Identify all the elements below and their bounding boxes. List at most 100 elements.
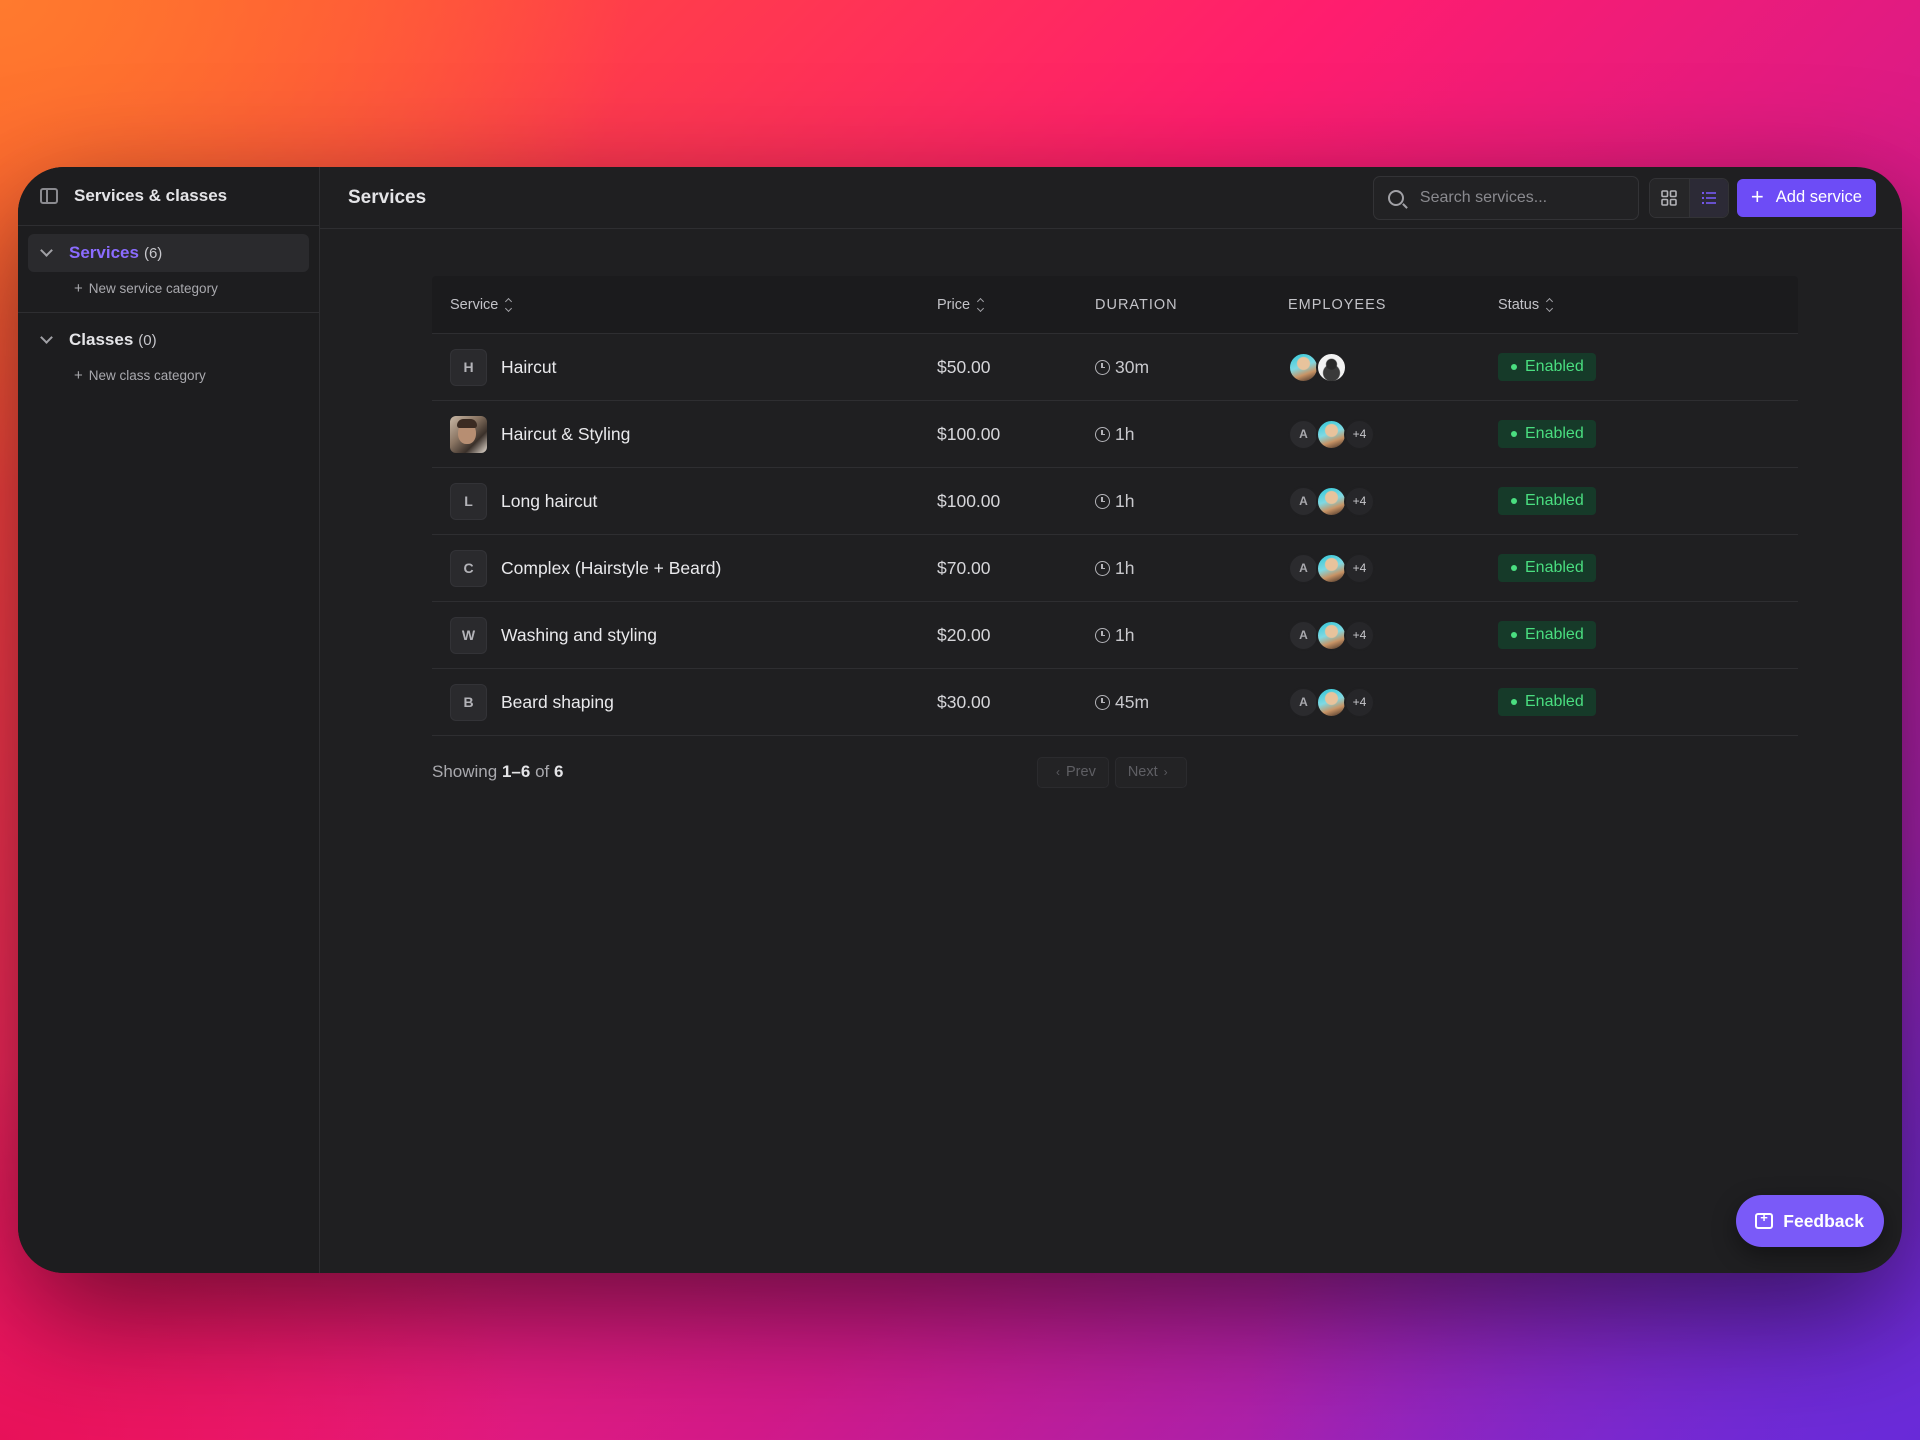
- status-label: Enabled: [1525, 425, 1584, 442]
- table-row[interactable]: C Complex (Hairstyle + Beard) $70.00 1h …: [432, 535, 1798, 602]
- service-name[interactable]: Haircut & Styling: [501, 424, 630, 445]
- chevron-down-icon[interactable]: [40, 331, 53, 344]
- employee-avatar[interactable]: [1316, 686, 1347, 718]
- employee-avatar[interactable]: [1288, 351, 1319, 383]
- employee-avatar[interactable]: A: [1288, 552, 1319, 584]
- next-label: Next: [1127, 764, 1158, 780]
- price-cell: $100.00: [937, 490, 1001, 511]
- feedback-label: Feedback: [1783, 1210, 1864, 1231]
- duration-value: 1h: [1115, 624, 1135, 645]
- new-class-category-link[interactable]: + New class category: [28, 363, 309, 387]
- status-cell: Enabled: [1498, 688, 1798, 716]
- service-initial-avatar: H: [450, 348, 487, 386]
- employee-avatar[interactable]: [1316, 552, 1347, 584]
- services-table: Service Price DURATION EMPLOYEES Status …: [432, 276, 1798, 808]
- duration-cell: 1h: [1095, 625, 1288, 646]
- status-label: Enabled: [1525, 626, 1584, 643]
- feedback-button[interactable]: Feedback: [1736, 1195, 1884, 1247]
- table-row[interactable]: W Washing and styling $20.00 1h A +4 Ena…: [432, 602, 1798, 669]
- main-panel: Services Search services... + Add servic…: [320, 167, 1902, 1273]
- service-initial-avatar: C: [450, 549, 487, 587]
- new-service-category-link[interactable]: + New service category: [28, 276, 309, 300]
- price-cell: $30.00: [937, 691, 991, 712]
- top-bar: Services Search services... + Add servic…: [320, 167, 1902, 229]
- employee-avatar[interactable]: A: [1288, 686, 1319, 718]
- service-name[interactable]: Haircut: [501, 357, 556, 378]
- service-cell: H Haircut: [432, 348, 937, 386]
- service-name[interactable]: Long haircut: [501, 491, 597, 512]
- employees-cell: A +4: [1288, 418, 1498, 450]
- service-cell: C Complex (Hairstyle + Beard): [432, 549, 937, 587]
- plus-icon: +: [74, 279, 83, 297]
- add-service-label: Add service: [1775, 188, 1862, 206]
- sort-icon[interactable]: [1546, 297, 1554, 312]
- chevron-down-icon[interactable]: [40, 244, 53, 257]
- search-input[interactable]: [1419, 188, 1610, 207]
- status-cell: Enabled: [1498, 420, 1798, 448]
- employee-avatar[interactable]: [1316, 485, 1347, 517]
- more-employees-count[interactable]: +4: [1344, 552, 1375, 584]
- status-dot-icon: [1511, 364, 1517, 370]
- employees-cell: A +4: [1288, 619, 1498, 651]
- prev-label: Prev: [1066, 764, 1096, 780]
- duration-cell: 1h: [1095, 424, 1288, 445]
- search-box[interactable]: [1372, 175, 1639, 220]
- sidebar-toggle-icon[interactable]: [40, 188, 58, 204]
- status-dot-icon: [1511, 699, 1517, 705]
- table-row[interactable]: B Beard shaping $30.00 45m A +4 Enabled: [432, 669, 1798, 736]
- status-badge: Enabled: [1498, 621, 1596, 649]
- status-dot-icon: [1511, 431, 1517, 437]
- sidebar-item-classes[interactable]: Classes (0): [28, 321, 309, 359]
- price-cell: $100.00: [937, 423, 1001, 444]
- service-name[interactable]: Washing and styling: [501, 625, 657, 646]
- service-initial-avatar: L: [450, 482, 487, 520]
- more-employees-count[interactable]: +4: [1344, 485, 1375, 517]
- grid-view-button[interactable]: [1649, 178, 1689, 217]
- status-dot-icon: [1511, 498, 1517, 504]
- duration-value: 1h: [1115, 490, 1135, 511]
- chevron-left-icon: ‹: [1056, 765, 1060, 779]
- table-row[interactable]: Haircut & Styling $100.00 1h A +4 Enable…: [432, 401, 1798, 468]
- more-employees-count[interactable]: +4: [1344, 619, 1375, 651]
- new-class-category-label: New class category: [88, 367, 206, 383]
- sort-icon[interactable]: [977, 297, 985, 312]
- feedback-icon: [1755, 1210, 1774, 1229]
- table-row[interactable]: L Long haircut $100.00 1h A +4 Enabled: [432, 468, 1798, 535]
- clock-icon: [1095, 694, 1110, 710]
- sidebar-item-services[interactable]: Services (6): [28, 234, 309, 272]
- column-header-label: EMPLOYEES: [1288, 296, 1387, 313]
- list-view-button[interactable]: [1688, 178, 1728, 217]
- more-employees-count[interactable]: +4: [1344, 418, 1375, 450]
- more-employees-count[interactable]: +4: [1344, 686, 1375, 718]
- service-name[interactable]: Complex (Hairstyle + Beard): [501, 558, 721, 579]
- column-header-service[interactable]: Service: [432, 297, 937, 313]
- column-header-price[interactable]: Price: [937, 297, 1095, 313]
- employee-avatar[interactable]: A: [1288, 418, 1319, 450]
- sidebar-group-classes: Classes (0) + New class category: [18, 313, 319, 399]
- sidebar-item-label: Services: [69, 243, 139, 262]
- status-dot-icon: [1511, 632, 1517, 638]
- showing-prefix: Showing: [432, 762, 498, 781]
- employee-avatar[interactable]: [1316, 619, 1347, 651]
- employee-avatar[interactable]: [1316, 418, 1347, 450]
- status-badge: Enabled: [1498, 420, 1596, 448]
- clock-icon: [1095, 627, 1110, 643]
- duration-cell: 45m: [1095, 692, 1288, 713]
- service-name[interactable]: Beard shaping: [501, 692, 614, 713]
- status-cell: Enabled: [1498, 554, 1798, 582]
- add-service-button[interactable]: + Add service: [1736, 178, 1876, 217]
- status-badge: Enabled: [1498, 688, 1596, 716]
- column-header-label: Status: [1498, 296, 1540, 313]
- sidebar-item-count: (6): [143, 244, 163, 262]
- employee-avatar[interactable]: A: [1288, 485, 1319, 517]
- status-badge: Enabled: [1498, 487, 1596, 515]
- employee-avatar[interactable]: [1316, 351, 1347, 383]
- table-row[interactable]: H Haircut $50.00 30m Enabled: [432, 334, 1798, 401]
- next-page-button[interactable]: Next ›: [1114, 756, 1187, 788]
- column-header-status[interactable]: Status: [1498, 297, 1798, 313]
- prev-page-button[interactable]: ‹ Prev: [1037, 756, 1109, 788]
- employee-avatar[interactable]: A: [1288, 619, 1319, 651]
- pagination: ‹ Prev Next ›: [1037, 756, 1187, 788]
- status-cell: Enabled: [1498, 621, 1798, 649]
- sort-icon[interactable]: [505, 297, 513, 312]
